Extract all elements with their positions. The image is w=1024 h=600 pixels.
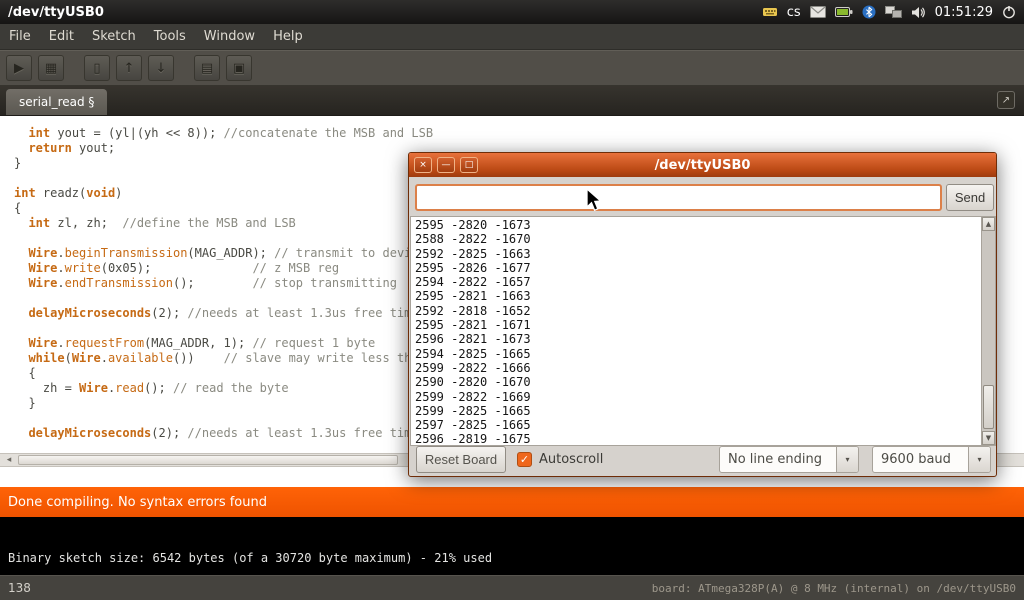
tab-menu-icon[interactable]: ↗ (997, 91, 1015, 109)
serial-line: 2595 -2821 -1663 (415, 289, 977, 303)
line-ending-value: No line ending (720, 452, 836, 467)
menu-tools[interactable]: Tools (145, 25, 195, 48)
menu-file[interactable]: File (0, 25, 40, 48)
serial-line: 2599 -2822 -1666 (415, 361, 977, 375)
serial-monitor-window: /dev/ttyUSB0 × — □ Send 2595 -2820 -1673… (408, 152, 997, 477)
scroll-up-icon[interactable]: ▲ (982, 217, 995, 231)
serial-line: 2599 -2822 -1669 (415, 390, 977, 404)
toolbar: ▶▦ ▯↑↓ ▤▣ (0, 50, 1024, 85)
new-sketch-button[interactable]: ▯ (84, 55, 110, 81)
system-tray: cs 01:51:29 (762, 4, 1024, 20)
serial-line: 2594 -2825 -1665 (415, 347, 977, 361)
serial-line: 2595 -2820 -1673 (415, 218, 977, 232)
bluetooth-icon[interactable] (862, 5, 876, 19)
menubar: FileEditSketchToolsWindowHelp (0, 24, 1024, 50)
build-console: Binary sketch size: 6542 bytes (of a 307… (0, 517, 1024, 575)
autoscroll-checkbox[interactable]: ✓ (517, 452, 532, 467)
serial-line: 2599 -2825 -1665 (415, 404, 977, 418)
save-sketch-button[interactable]: ↓ (148, 55, 174, 81)
serial-line: 2592 -2825 -1663 (415, 247, 977, 261)
line-ending-select[interactable]: No line ending ▾ (719, 446, 859, 473)
console-text: Binary sketch size: 6542 bytes (of a 307… (8, 551, 492, 565)
maximize-icon[interactable]: □ (460, 157, 478, 173)
serial-line: 2592 -2818 -1652 (415, 304, 977, 318)
serial-line: 2590 -2820 -1670 (415, 375, 977, 389)
network-icon[interactable] (885, 6, 902, 19)
scroll-thumb[interactable] (983, 385, 994, 429)
serial-line: 2596 -2821 -1673 (415, 332, 977, 346)
battery-icon[interactable] (835, 6, 853, 18)
baud-rate-value: 9600 baud (873, 452, 968, 467)
serial-line: 2595 -2821 -1671 (415, 318, 977, 332)
keyboard-layout-indicator[interactable]: cs (787, 5, 801, 20)
serial-line: 2588 -2822 -1670 (415, 232, 977, 246)
reset-board-button[interactable]: Reset Board (416, 446, 506, 473)
serial-line: 2595 -2826 -1677 (415, 261, 977, 275)
serial-monitor-title: /dev/ttyUSB0 (409, 158, 996, 173)
code-line: int yout = (yl|(yh << 8)); //concatenate… (14, 126, 1024, 141)
board-info: board: ATmega328P(A) @ 8 MHz (internal) … (652, 582, 1016, 595)
cursor-line-number: 138 (8, 581, 31, 595)
scroll-left-icon[interactable]: ◂ (2, 454, 16, 466)
mail-icon[interactable] (810, 6, 826, 18)
upload-button[interactable]: ▤ (194, 55, 220, 81)
serial-line: 2597 -2825 -1665 (415, 418, 977, 432)
status-bar: Done compiling. No syntax errors found (0, 487, 1024, 517)
autoscroll-label: Autoscroll (539, 452, 603, 467)
menu-window[interactable]: Window (195, 25, 264, 48)
menu-help[interactable]: Help (264, 25, 312, 48)
top-panel: /dev/ttyUSB0 cs 01:51:29 (0, 0, 1024, 24)
chevron-down-icon[interactable]: ▾ (968, 447, 990, 472)
serial-send-input[interactable] (415, 184, 942, 211)
horizontal-scroll-thumb[interactable] (18, 455, 398, 465)
close-icon[interactable]: × (414, 157, 432, 173)
serial-monitor-controls: Reset Board ✓ Autoscroll No line ending … (409, 443, 996, 476)
serial-output[interactable]: 2595 -2820 -16732588 -2822 -16702592 -28… (410, 216, 981, 446)
volume-icon[interactable] (911, 6, 926, 19)
menu-sketch[interactable]: Sketch (83, 25, 145, 48)
chevron-down-icon[interactable]: ▾ (836, 447, 858, 472)
window-title: /dev/ttyUSB0 (0, 5, 104, 20)
open-sketch-button[interactable]: ↑ (116, 55, 142, 81)
stop-button[interactable]: ▦ (38, 55, 64, 81)
serial-monitor-titlebar[interactable]: /dev/ttyUSB0 × — □ (409, 153, 996, 177)
minimize-icon[interactable]: — (437, 157, 455, 173)
keyboard-indicator-icon[interactable] (762, 4, 778, 20)
export-button[interactable]: ▣ (226, 55, 252, 81)
footer-bar: 138 board: ATmega328P(A) @ 8 MHz (intern… (0, 575, 1024, 600)
clock[interactable]: 01:51:29 (935, 5, 993, 20)
tab-serial-read[interactable]: serial_read § (6, 89, 107, 115)
menu-edit[interactable]: Edit (40, 25, 83, 48)
baud-rate-select[interactable]: 9600 baud ▾ (872, 446, 991, 473)
send-button[interactable]: Send (946, 184, 994, 211)
status-message: Done compiling. No syntax errors found (8, 495, 267, 510)
serial-scrollbar[interactable]: ▲ ▼ (981, 216, 996, 446)
session-power-icon[interactable] (1002, 5, 1016, 19)
tab-bar: serial_read § ↗ (0, 85, 1024, 115)
serial-line: 2594 -2822 -1657 (415, 275, 977, 289)
verify-button[interactable]: ▶ (6, 55, 32, 81)
